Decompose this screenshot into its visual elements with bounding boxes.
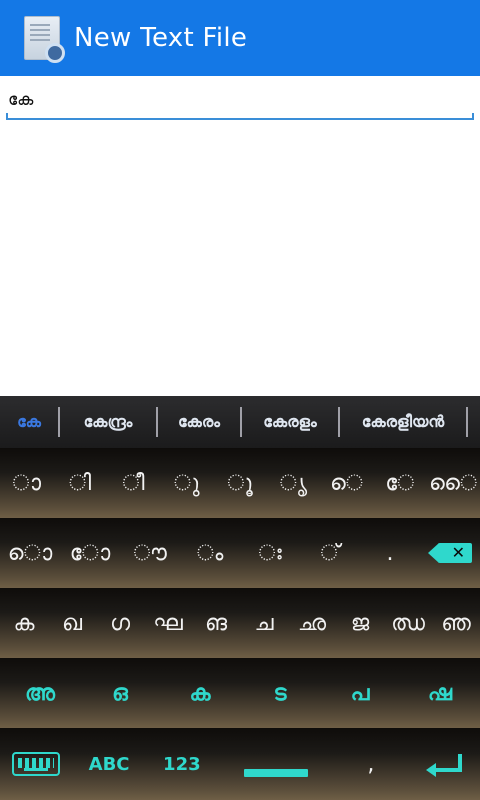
- key[interactable]: ഞ: [432, 588, 480, 658]
- enter-key[interactable]: [407, 728, 480, 800]
- backspace-icon: ✕: [428, 543, 472, 563]
- numbers-key-label: 123: [163, 753, 201, 775]
- key[interactable]: ്: [300, 518, 360, 588]
- key[interactable]: ഗ: [96, 588, 144, 658]
- keyboard-icon: [12, 752, 61, 776]
- key[interactable]: ഃ: [240, 518, 300, 588]
- key[interactable]: പ: [320, 658, 400, 728]
- abc-key[interactable]: ABC: [73, 728, 146, 800]
- suggestion-divider: [466, 407, 468, 437]
- key[interactable]: ച: [240, 588, 288, 658]
- key[interactable]: ക: [160, 658, 240, 728]
- app-title: New Text File: [74, 23, 248, 53]
- comma-key[interactable]: ,: [335, 728, 408, 800]
- key[interactable]: ഘ: [144, 588, 192, 658]
- key[interactable]: ഛ: [288, 588, 336, 658]
- suggestion-item[interactable]: കേരം: [158, 396, 240, 448]
- key-row-4: അ ഒ ക ട പ ഷ: [0, 658, 480, 728]
- key[interactable]: ജ: [336, 588, 384, 658]
- key[interactable]: ൊ: [0, 518, 60, 588]
- key[interactable]: ഒ: [80, 658, 160, 728]
- key-row-5: ABC 123 ,: [0, 728, 480, 800]
- space-bar-icon: [244, 769, 309, 777]
- enter-icon: [425, 754, 462, 777]
- key[interactable]: ട: [240, 658, 320, 728]
- suggestion-item[interactable]: കേ: [0, 396, 58, 448]
- key[interactable]: െ: [320, 448, 373, 518]
- key[interactable]: ു: [160, 448, 213, 518]
- keyboard-switch-key[interactable]: [0, 728, 73, 800]
- suggestion-strip: കേ കേന്ദ്രം കേരം കേരളം കേരളീയൻ: [0, 396, 480, 448]
- key-row-1: ാ ി ീ ു ൂ ൃ െ േ ൈ: [0, 448, 480, 518]
- suggestion-item[interactable]: കേരളം: [242, 396, 338, 448]
- key[interactable]: ൗ: [120, 518, 180, 588]
- text-editor[interactable]: കേ: [6, 84, 474, 122]
- suggestion-item[interactable]: കേന്ദ്രം: [60, 396, 156, 448]
- key[interactable]: ഷ: [400, 658, 480, 728]
- space-key[interactable]: [218, 728, 334, 800]
- key[interactable]: ി: [53, 448, 106, 518]
- key[interactable]: ഖ: [48, 588, 96, 658]
- backspace-key[interactable]: ✕: [420, 518, 480, 588]
- key[interactable]: ൃ: [267, 448, 320, 518]
- key-row-3: ക ഖ ഗ ഘ ങ ച ഛ ജ ഝ ഞ: [0, 588, 480, 658]
- malayalam-keyboard: കേ കേന്ദ്രം കേരം കേരളം കേരളീയൻ ാ ി ീ ു ൂ…: [0, 396, 480, 800]
- key[interactable]: ക: [0, 588, 48, 658]
- key[interactable]: ാ: [0, 448, 53, 518]
- key[interactable]: .: [360, 518, 420, 588]
- app-bar: New Text File: [0, 0, 480, 76]
- text-file-app-icon: [24, 16, 65, 63]
- abc-key-label: ABC: [88, 753, 130, 775]
- key[interactable]: ഝ: [384, 588, 432, 658]
- key[interactable]: േ: [373, 448, 426, 518]
- suggestion-item[interactable]: കേരളീയൻ: [340, 396, 466, 448]
- key[interactable]: ൂ: [213, 448, 266, 518]
- key[interactable]: അ: [0, 658, 80, 728]
- key[interactable]: ൈ: [427, 448, 480, 518]
- key[interactable]: ോ: [60, 518, 120, 588]
- editor-underline: [6, 113, 474, 120]
- key[interactable]: ീ: [107, 448, 160, 518]
- key[interactable]: ം: [180, 518, 240, 588]
- editor-text[interactable]: കേ: [6, 84, 474, 110]
- key-row-2: ൊ ോ ൗ ം ഃ ് . ✕: [0, 518, 480, 588]
- key[interactable]: ങ: [192, 588, 240, 658]
- numbers-key[interactable]: 123: [145, 728, 218, 800]
